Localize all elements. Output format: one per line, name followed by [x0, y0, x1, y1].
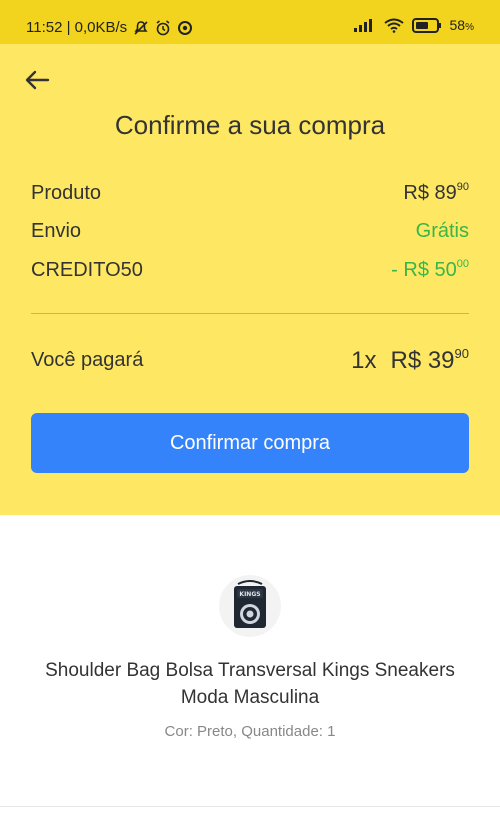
- summary-row-product: Produto R$ 8990: [31, 181, 469, 208]
- coupon-discount: - R$ 5000: [391, 258, 469, 281]
- product-label: Produto: [31, 182, 102, 204]
- total-row: Você pagará 1x R$ 3990: [31, 346, 469, 377]
- product-meta: Cor: Preto, Quantidade: 1: [164, 723, 336, 740]
- bag-product-image: KINGS: [219, 575, 281, 637]
- battery-percent: 58%: [449, 17, 474, 33]
- battery-icon: [411, 17, 441, 33]
- bottom-divider: [0, 806, 500, 807]
- summary-row-shipping: Envio Grátis: [31, 220, 469, 246]
- shipping-value: Grátis: [415, 220, 469, 242]
- status-left: 11:52 | 0,0KB/s: [26, 19, 193, 36]
- total-label: Você pagará: [31, 349, 144, 371]
- page-title: Confirme a sua compra: [114, 110, 386, 140]
- total-price: R$ 3990: [390, 346, 469, 374]
- wifi-icon: [383, 18, 404, 33]
- total-value: 1x R$ 3990: [351, 346, 469, 375]
- mute-notification-icon: [134, 20, 148, 35]
- total-quantity: 1x: [351, 347, 377, 374]
- status-right: 58%: [353, 17, 474, 33]
- alarm-icon: [156, 19, 170, 35]
- coupon-label: CREDITO50: [31, 259, 143, 281]
- summary-divider: [31, 313, 469, 314]
- status-time: 11:52 | 0,0KB/s: [26, 19, 128, 36]
- summary-row-coupon: CREDITO50 - R$ 5000: [31, 258, 469, 285]
- back-arrow-icon[interactable]: [22, 65, 52, 95]
- status-bar: 11:52 | 0,0KB/s 58%: [0, 0, 500, 44]
- product-price: R$ 8990: [403, 181, 469, 204]
- confirm-purchase-button[interactable]: Confirmar compra: [31, 413, 469, 473]
- shipping-label: Envio: [31, 220, 82, 242]
- signal-icon: [353, 19, 372, 32]
- svg-text:KINGS: KINGS: [239, 591, 260, 598]
- product-name: Shoulder Bag Bolsa Transversal Kings Sne…: [45, 660, 455, 708]
- app-notification-icon: [178, 20, 193, 35]
